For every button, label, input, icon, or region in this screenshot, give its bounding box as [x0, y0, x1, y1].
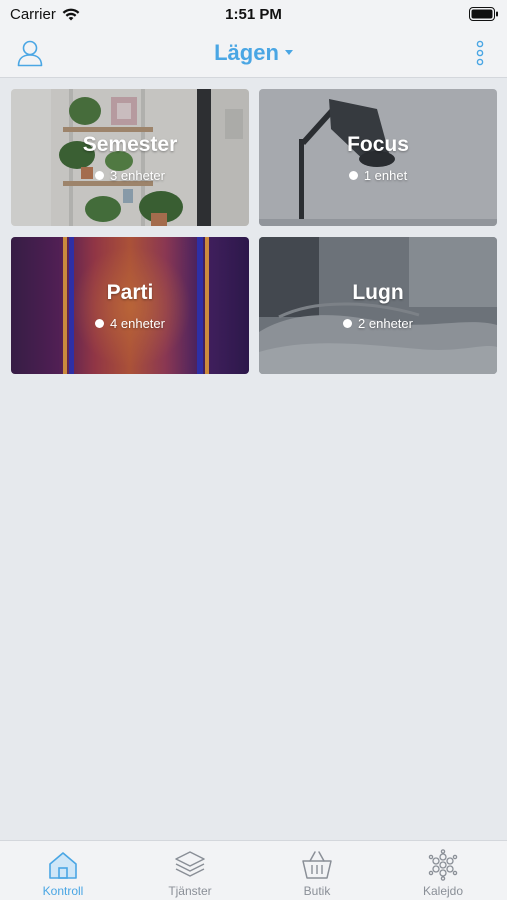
basket-icon	[302, 851, 332, 879]
status-bar: Carrier 1:51 PM	[0, 0, 507, 28]
chevron-down-icon	[284, 50, 293, 56]
tab-label: Tjänster	[168, 884, 212, 898]
tab-label: Butik	[303, 884, 331, 898]
scene-tile-semester[interactable]: Semester 3 enheter	[11, 89, 249, 226]
scene-tile-parti[interactable]: Parti 4 enheter	[11, 237, 249, 374]
scene-tile-lugn[interactable]: Lugn 2 enheter	[259, 237, 497, 374]
status-dot-icon	[343, 319, 353, 329]
tab-label: Kalejdo	[422, 884, 464, 898]
more-vertical-icon[interactable]	[475, 40, 485, 66]
layers-icon	[175, 851, 205, 877]
page-title: Lägen	[214, 40, 279, 65]
clock: 1:51 PM	[225, 6, 282, 23]
tab-kontroll[interactable]: Kontroll	[0, 841, 126, 900]
scene-tile-focus[interactable]: Focus 1 enhet	[259, 89, 497, 226]
status-dot-icon	[348, 171, 358, 181]
home-icon	[49, 852, 77, 879]
tab-kalejdo[interactable]: Kalejdo	[380, 841, 506, 900]
scene-device-count: 1 enhet	[259, 168, 497, 183]
tab-bar: Kontroll Tjänster Butik Kalejdo	[0, 840, 507, 900]
scene-name: Semester	[82, 133, 178, 156]
scene-device-count: 3 enheter	[11, 168, 249, 183]
scene-name: Lugn	[352, 281, 404, 304]
tab-tjanster[interactable]: Tjänster	[127, 841, 253, 900]
status-dot-icon	[95, 171, 105, 181]
scene-name: Parti	[106, 281, 154, 304]
scene-device-count: 2 enheter	[259, 316, 497, 331]
tab-label: Kontroll	[42, 884, 84, 898]
kaleidoscope-icon	[428, 849, 458, 881]
battery-icon	[469, 7, 498, 21]
scene-name: Focus	[347, 133, 409, 156]
status-dot-icon	[95, 319, 105, 329]
scene-device-count: 4 enheter	[11, 316, 249, 331]
nav-bar: Lägen	[0, 28, 507, 78]
tab-butik[interactable]: Butik	[254, 841, 380, 900]
mode-selector[interactable]: Lägen	[0, 40, 507, 66]
